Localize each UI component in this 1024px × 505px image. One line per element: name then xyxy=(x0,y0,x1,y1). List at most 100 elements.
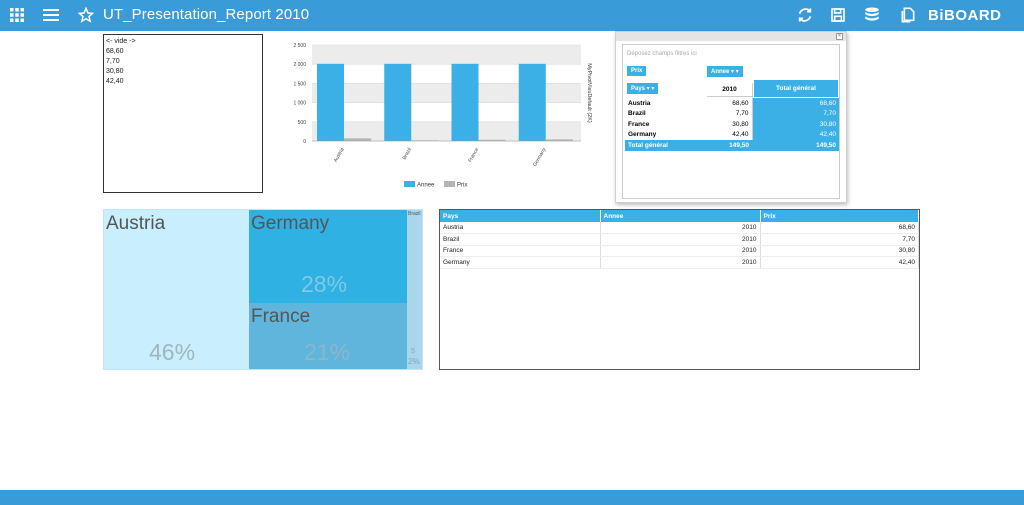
grid-cell: 30,80 xyxy=(760,245,919,257)
treemap-label: Austria xyxy=(106,213,166,234)
y-tick-label: 0 xyxy=(303,139,306,145)
list-item[interactable]: 7,70 xyxy=(106,57,260,67)
pivot-row-label: Germany xyxy=(628,131,657,139)
grid-cell: 68,60 xyxy=(760,222,919,234)
favorite-star-icon[interactable] xyxy=(76,5,96,25)
treemap-cell-brazil[interactable]: Brazil 5 2% xyxy=(407,210,422,369)
x-tick-label: Germany xyxy=(532,147,548,168)
treemap-chart: Austria 46% Germany 28% France 21% Brazi… xyxy=(103,209,423,370)
treemap-label: Germany xyxy=(251,213,330,234)
y-tick-label: 1 500 xyxy=(293,81,306,87)
pivot-body: Déposez champs filtres ici Prix Annee ▾ … xyxy=(622,44,840,199)
column-header-annee[interactable]: Annee xyxy=(600,210,761,222)
pivot-cell: 7,70 xyxy=(705,108,753,119)
legend-swatch xyxy=(404,181,415,187)
list-item[interactable]: <- vide -> xyxy=(106,37,260,47)
treemap-percent: 21% xyxy=(304,339,351,365)
pivot-grand-total: 149,50 xyxy=(816,141,836,149)
legend-label: Annee xyxy=(417,183,435,189)
column-field-chip[interactable]: Annee ▾ ▾ xyxy=(707,66,743,77)
data-grid-table: Pays Annee Prix Austria 2010 68,60 Brazi… xyxy=(440,210,919,269)
y-tick-label: 1 000 xyxy=(293,101,306,107)
legend-label: Prix xyxy=(457,183,467,189)
y2-axis-label: MyPivotVisuDefault (2K) xyxy=(586,63,592,123)
pivot-grand-total-row[interactable]: Total général 149,50 149,50 xyxy=(625,140,839,151)
pivot-total-header: Total général xyxy=(754,80,838,97)
treemap-label: Brazil xyxy=(408,211,421,217)
pivot-col-header: 2010 xyxy=(707,83,753,97)
bar-chart: 0 500 1 000 1 500 2 000 2 500 Austria Brazil Fra… xyxy=(285,38,595,193)
apps-grid-icon[interactable] xyxy=(7,5,27,25)
refresh-icon[interactable] xyxy=(795,5,815,25)
pivot-total-cell: 30,80 xyxy=(752,119,839,130)
pivot-cell: 42,40 xyxy=(705,129,753,140)
y-tick-label: 500 xyxy=(298,120,307,126)
pivot-row-label: Brazil xyxy=(628,110,646,118)
column-header-pays[interactable]: Pays xyxy=(440,210,601,222)
grid-cell: Brazil xyxy=(440,233,601,246)
pivot-cell: 30,80 xyxy=(705,119,753,130)
list-item[interactable]: 42,40 xyxy=(106,77,260,87)
pivot-grand-label: Total général xyxy=(628,141,668,149)
treemap-cell-france[interactable]: France 21% xyxy=(249,303,407,369)
pivot-total-cell: 68,60 xyxy=(752,98,839,109)
pivot-row-label: France xyxy=(628,120,650,128)
biboard-logo: BiBOARD xyxy=(928,7,1002,24)
sort-icon[interactable]: ▾ ▾ xyxy=(647,86,655,92)
pivot-grid: Austria 68,60 68,60 Brazil 7,70 7,70 Fra… xyxy=(625,98,839,151)
top-bar: UT_Presentation_Report 2010 BiBOARD xyxy=(0,0,1024,31)
report-title: UT_Presentation_Report 2010 xyxy=(103,6,310,23)
bar-annee xyxy=(518,63,546,141)
pivot-table-widget: × Déposez champs filtres ici Prix Annee … xyxy=(615,31,847,203)
close-icon[interactable]: × xyxy=(836,33,843,40)
pivot-total-cell: 7,70 xyxy=(752,108,839,119)
grid-cell: 42,40 xyxy=(760,256,919,269)
pivot-cell: 68,60 xyxy=(705,98,753,109)
bar-prix xyxy=(344,138,371,141)
treemap-extra: 5 xyxy=(411,348,415,355)
table-row[interactable]: Germany 2010 42,40 xyxy=(440,256,919,269)
data-field-chip[interactable]: Prix xyxy=(627,66,647,76)
treemap-cell-germany[interactable]: Germany 28% xyxy=(249,210,407,303)
treemap-percent: 28% xyxy=(301,271,348,297)
legend-swatch xyxy=(444,181,455,187)
database-icon[interactable] xyxy=(862,5,882,25)
grid-cell: Austria xyxy=(440,222,601,234)
copy-document-icon[interactable] xyxy=(897,5,917,25)
data-grid: Pays Annee Prix Austria 2010 68,60 Brazi… xyxy=(439,209,920,370)
filter-drop-zone[interactable]: Déposez champs filtres ici xyxy=(627,51,697,57)
row-field-chip[interactable]: Pays ▾ ▾ xyxy=(627,83,659,94)
grid-cell: 7,70 xyxy=(760,233,919,246)
bar-chart-svg: 0 500 1 000 1 500 2 000 2 500 Austria Brazil Fra… xyxy=(293,43,592,189)
pivot-row-label: Austria xyxy=(628,99,651,107)
value-listbox[interactable]: <- vide -> 68,60 7,70 30,80 42,40 xyxy=(103,34,263,193)
list-item[interactable]: 68,60 xyxy=(106,47,260,57)
treemap-percent: 46% xyxy=(149,339,196,365)
table-row[interactable]: Austria 68,60 68,60 xyxy=(625,98,839,109)
grid-cell: France xyxy=(440,245,601,257)
treemap-percent: 2% xyxy=(408,357,420,366)
list-item[interactable]: 30,80 xyxy=(106,67,260,77)
pivot-total-cell: 42,40 xyxy=(752,129,839,140)
x-tick-label: Brazil xyxy=(402,147,413,161)
sort-icon[interactable]: ▾ ▾ xyxy=(731,69,739,75)
y-tick-label: 2 500 xyxy=(293,43,306,49)
column-header-prix[interactable]: Prix xyxy=(760,210,919,222)
grid-cell: 2010 xyxy=(600,256,761,269)
table-row[interactable]: France 2010 30,80 xyxy=(440,245,919,257)
y-tick-label: 2 000 xyxy=(293,62,306,68)
grid-cell: 2010 xyxy=(600,233,761,246)
treemap-cell-austria[interactable]: Austria 46% xyxy=(104,210,249,369)
x-tick-label: Austria xyxy=(333,147,346,164)
menu-icon[interactable] xyxy=(41,5,61,25)
table-row[interactable]: Brazil 2010 7,70 xyxy=(440,233,919,246)
table-row[interactable]: Germany 42,40 42,40 xyxy=(625,129,839,140)
bar-annee xyxy=(451,63,479,141)
table-row[interactable]: France 30,80 30,80 xyxy=(625,119,839,130)
grid-header-row: Pays Annee Prix xyxy=(440,210,919,222)
table-row[interactable]: Austria 2010 68,60 xyxy=(440,222,919,234)
save-icon[interactable] xyxy=(828,5,848,25)
x-tick-label: France xyxy=(467,147,480,164)
treemap-label: France xyxy=(251,306,311,327)
table-row[interactable]: Brazil 7,70 7,70 xyxy=(625,108,839,119)
